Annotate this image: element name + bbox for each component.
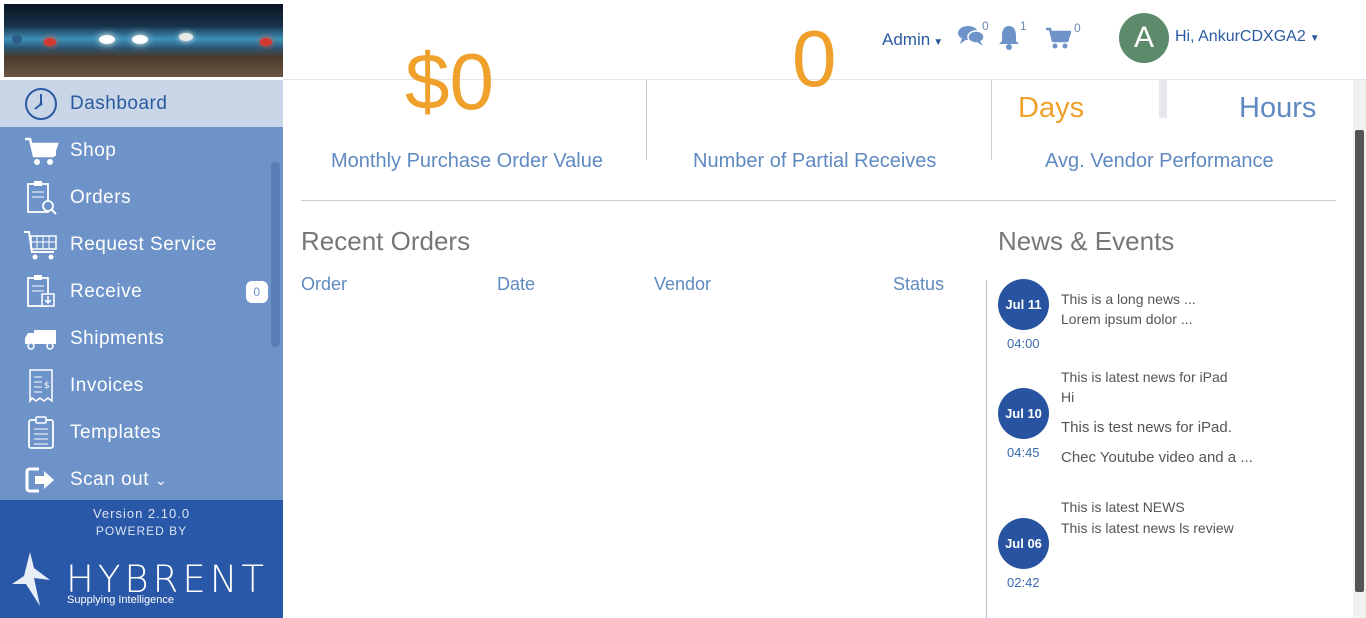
recent-orders-title: Recent Orders [301,226,471,256]
cart-icon [22,132,60,170]
messages-count: 0 [982,19,989,33]
news-date-badge: Jul 06 [998,518,1049,569]
timeline-line [986,280,987,618]
clock-icon [22,85,60,123]
column-header-status[interactable]: Status [893,274,944,295]
news-item-text[interactable]: This is a long news ... [1061,291,1196,307]
clipboard-search-icon [22,179,60,217]
service-cart-icon [22,226,60,264]
news-item-text[interactable]: This is latest news for iPad [1061,369,1228,385]
gauge-divider [1159,80,1167,118]
sidebar-scrollbar[interactable] [271,162,280,347]
days-unit: Days [1018,92,1085,124]
news-item-text[interactable]: This is test news for iPad. [1061,419,1232,436]
news-events-title: News & Events [998,226,1175,256]
sidebar-item-label: Receive [70,280,143,302]
partial-receives-label: Number of Partial Receives [693,150,937,172]
column-header-vendor[interactable]: Vendor [654,274,711,295]
kpi-divider [991,80,992,160]
receive-icon [22,273,60,311]
header-banner-image [4,4,283,77]
vendor-performance-label: Avg. Vendor Performance [1045,150,1274,172]
powered-by-text: POWERED BY [95,524,188,538]
messages-icon[interactable] [957,24,985,53]
sidebar-item-label: Invoices [70,374,144,396]
truck-icon [22,320,60,358]
cart-count: 0 [1074,21,1081,35]
notifications-count: 1 [1020,19,1027,33]
hybrent-bird-icon [12,552,50,606]
news-time: 04:00 [1007,336,1040,351]
sidebar-item-shop[interactable]: Shop [0,127,283,174]
sidebar-item-label: Templates [70,421,162,443]
sidebar-footer: Version 2.10.0 POWERED BY HYBRENT Supply… [0,500,283,618]
caret-down-icon: ▼ [933,37,944,48]
sidebar-item-scan-out[interactable]: Scan out ⌄ [0,456,283,500]
news-date-badge: Jul 10 [998,388,1049,439]
column-header-order[interactable]: Order [301,274,347,295]
news-item-text[interactable]: Hi [1061,389,1074,405]
sidebar-item-templates[interactable]: Templates [0,409,283,456]
avatar[interactable]: A [1119,13,1169,63]
main-scrollbar-thumb[interactable] [1355,130,1364,592]
main-scrollbar[interactable] [1353,80,1366,618]
news-item-text[interactable]: This is latest news ls review [1061,520,1234,536]
sidebar-item-label: Request Service [70,233,217,255]
section-divider [301,200,1336,201]
news-item-text[interactable]: This is latest NEWS [1061,499,1185,515]
admin-menu[interactable]: Admin ▼ [882,30,943,50]
user-greeting: Hi, AnkurCDXGA2 [1175,28,1306,45]
sidebar-item-label: Shipments [70,327,165,349]
sidebar-item-receive[interactable]: Receive 0 [0,268,283,315]
news-time: 04:45 [1007,445,1040,460]
sidebar-item-label: Dashboard [70,92,168,114]
sidebar-item-shipments[interactable]: Shipments [0,315,283,362]
sign-out-icon [22,461,60,499]
news-time: 02:42 [1007,575,1040,590]
sidebar-item-label: Orders [70,186,132,208]
sidebar: Dashboard Shop Orders Request Service Re… [0,80,283,500]
kpi-divider [646,80,647,160]
receive-count-badge: 0 [246,280,268,303]
invoice-icon: $ [22,367,60,405]
template-icon [22,414,60,452]
news-item-text[interactable]: Chec Youtube video and a ... [1061,449,1253,466]
user-menu[interactable]: Hi, AnkurCDXGA2 ▼ [1175,28,1320,46]
purchase-order-value: $0 [405,37,494,126]
svg-text:$: $ [44,381,50,391]
sidebar-item-request-service[interactable]: Request Service [0,221,283,268]
sidebar-item-label: Shop [70,139,117,161]
sidebar-item-dashboard[interactable]: Dashboard [0,80,283,127]
chevron-down-icon: ⌄ [155,471,168,488]
sidebar-item-label: Scan out ⌄ [70,468,168,490]
bell-icon[interactable] [997,24,1021,55]
brand-tagline: Supplying Intelligence [67,594,175,606]
column-header-date[interactable]: Date [497,274,535,295]
sidebar-item-orders[interactable]: Orders [0,174,283,221]
cart-icon[interactable] [1045,27,1072,54]
admin-label: Admin [882,30,931,49]
partial-receives-value: 0 [792,14,837,103]
news-item-text[interactable]: Lorem ipsum dolor ... [1061,311,1193,327]
hours-unit: Hours [1239,92,1317,124]
caret-down-icon: ▼ [1309,33,1320,44]
sidebar-item-invoices[interactable]: $ Invoices [0,362,283,409]
news-date-badge: Jul 11 [998,279,1049,330]
purchase-order-label: Monthly Purchase Order Value [331,150,603,172]
version-text: Version 2.10.0 [92,506,191,521]
